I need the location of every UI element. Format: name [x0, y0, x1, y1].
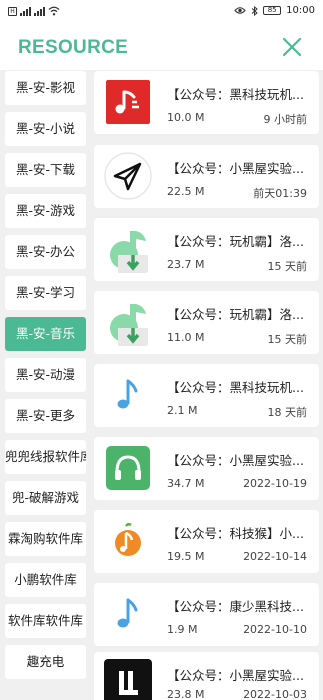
file-date: 15 天前	[267, 260, 308, 273]
headphones-icon	[104, 444, 152, 492]
sidebar-item-14[interactable]: 软件库软件库	[5, 604, 86, 638]
file-size: 19.5 M	[167, 550, 205, 563]
blue-music-note-icon	[104, 590, 152, 638]
file-date: 2022-10-19	[243, 477, 307, 490]
sidebar-item-2[interactable]: 黑-安-小说	[5, 112, 86, 146]
file-title: 【公众号：小黑屋实验...	[167, 668, 304, 683]
page-title: RESOURCE	[18, 37, 129, 58]
sidebar-item-5[interactable]: 黑-安-办公	[5, 235, 86, 269]
file-date: 前天01:39	[253, 187, 307, 200]
file-size: 10.0 M	[167, 111, 205, 124]
file-date: 2022-10-14	[243, 550, 307, 563]
file-title: 【公众号：科技猴】小...	[167, 526, 304, 541]
paper-plane-icon	[104, 152, 152, 200]
clock: 10:00	[286, 5, 315, 16]
sidebar-item-6[interactable]: 黑-安-学习	[5, 276, 86, 310]
wifi-icon	[48, 6, 60, 16]
hd-icon: H	[8, 6, 17, 16]
sidebar-item-1[interactable]: 黑-安-影视	[5, 71, 86, 105]
bluetooth-icon	[251, 5, 258, 16]
status-bar: H 85 10:00	[0, 0, 323, 24]
file-date: 15 天前	[267, 333, 308, 346]
eye-icon	[234, 7, 246, 14]
file-title: 【公众号：黑科技玩机...	[167, 380, 304, 395]
file-size: 22.5 M	[167, 185, 205, 198]
file-card[interactable]: 【公众号：玩机霸】洛... 23.7 M 15 天前	[94, 218, 319, 281]
file-card[interactable]: 【公众号：黑科技玩机... 10.0 M 9 小时前	[94, 71, 319, 134]
file-date: 18 天前	[267, 406, 308, 419]
file-title: 【公众号：黑科技玩机...	[167, 87, 304, 102]
file-size: 34.7 M	[167, 477, 205, 490]
battery-icon: 85	[263, 6, 282, 15]
file-title: 【公众号：玩机霸】洛...	[167, 307, 304, 322]
file-card[interactable]: 【公众号：玩机霸】洛... 11.0 M 15 天前	[94, 291, 319, 354]
header: RESOURCE	[0, 24, 323, 70]
sidebar-item-11[interactable]: 兜-破解游戏	[5, 481, 86, 515]
file-size: 23.7 M	[167, 258, 205, 271]
file-date: 2022-10-10	[243, 623, 307, 636]
file-title: 【公众号：小黑屋实验...	[167, 161, 304, 176]
sidebar-item-music-active[interactable]: 黑-安-音乐	[5, 317, 86, 351]
status-icons-right: 85 10:00	[234, 5, 315, 16]
sidebar-item-8[interactable]: 黑-安-动漫	[5, 358, 86, 392]
sidebar-item-15[interactable]: 趣充电	[5, 645, 86, 679]
file-size: 2.1 M	[167, 404, 198, 417]
file-size: 1.9 M	[167, 623, 198, 636]
file-card[interactable]: 【公众号：小黑屋实验... 23.8 M 2022-10-03	[94, 652, 319, 700]
green-note-download-icon	[104, 225, 152, 273]
file-card[interactable]: 【公众号：小黑屋实验... 34.7 M 2022-10-19	[94, 437, 319, 500]
orange-music-icon	[104, 517, 152, 565]
file-date: 9 小时前	[263, 113, 308, 126]
category-sidebar: 黑-安-影视 黑-安-小说 黑-安-下载 黑-安-游戏 黑-安-办公 黑-安-学…	[0, 68, 90, 700]
file-card[interactable]: 【公众号：康少黑科技... 1.9 M 2022-10-10	[94, 583, 319, 646]
sidebar-item-3[interactable]: 黑-安-下载	[5, 153, 86, 187]
file-card[interactable]: 【公众号：小黑屋实验... 22.5 M 前天01:39	[94, 145, 319, 208]
signal-icon	[20, 6, 31, 16]
file-title: 【公众号：小黑屋实验...	[167, 453, 304, 468]
file-title: 【公众号：康少黑科技...	[167, 599, 304, 614]
status-icons-left: H	[8, 6, 60, 16]
black-logo-icon	[104, 659, 152, 700]
file-size: 11.0 M	[167, 331, 205, 344]
sidebar-item-12[interactable]: 霖淘购软件库	[5, 522, 86, 556]
sidebar-item-10[interactable]: 兜兜线报软件库	[5, 440, 86, 474]
file-title: 【公众号：玩机霸】洛...	[167, 234, 304, 249]
file-card[interactable]: 【公众号：科技猴】小... 19.5 M 2022-10-14	[94, 510, 319, 573]
blue-music-note-icon	[104, 371, 152, 419]
file-card[interactable]: 【公众号：黑科技玩机... 2.1 M 18 天前	[94, 364, 319, 427]
sidebar-item-4[interactable]: 黑-安-游戏	[5, 194, 86, 228]
signal-2-icon	[34, 6, 45, 16]
file-size: 23.8 M	[167, 688, 205, 700]
sidebar-item-9[interactable]: 黑-安-更多	[5, 399, 86, 433]
sidebar-item-13[interactable]: 小鹏软件库	[5, 563, 86, 597]
music-note-red-icon	[104, 78, 152, 126]
close-icon[interactable]	[281, 36, 303, 58]
green-note-download-icon	[104, 298, 152, 346]
file-date: 2022-10-03	[243, 688, 307, 700]
